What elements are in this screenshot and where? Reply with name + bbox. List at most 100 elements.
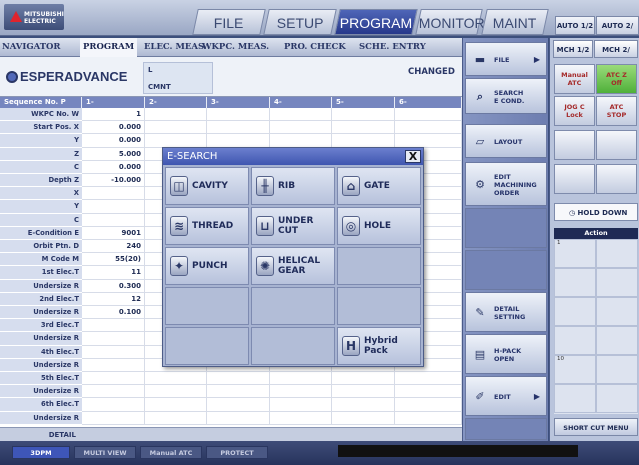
action-cell[interactable] bbox=[554, 297, 596, 326]
table-cell[interactable] bbox=[270, 385, 332, 399]
detail-button[interactable]: DETAIL bbox=[0, 428, 82, 442]
table-cell[interactable] bbox=[270, 411, 332, 425]
blank-pad-button[interactable] bbox=[554, 130, 595, 160]
bottom-manual-atc-button[interactable]: Manual ATC bbox=[140, 446, 202, 459]
table-cell[interactable]: 11 bbox=[82, 266, 145, 280]
table-cell[interactable] bbox=[395, 411, 462, 425]
machine-pad-button[interactable]: Manual ATC bbox=[554, 64, 595, 94]
table-cell[interactable] bbox=[332, 108, 395, 122]
table-cell[interactable]: 0.100 bbox=[82, 306, 145, 320]
table-cell[interactable] bbox=[82, 372, 145, 386]
hpack-menu-button[interactable]: ▤ H-PACK OPEN bbox=[465, 334, 547, 374]
hold-down-button[interactable]: ◷ HOLD DOWN bbox=[554, 203, 638, 221]
table-cell[interactable]: 0.300 bbox=[82, 279, 145, 293]
hole-button[interactable]: ◎ HOLE bbox=[337, 207, 421, 245]
table-cell[interactable]: 0.000 bbox=[82, 121, 145, 135]
table-cell[interactable] bbox=[82, 187, 145, 201]
tab-mch-2[interactable]: MCH 2/ bbox=[594, 40, 638, 58]
table-cell[interactable] bbox=[82, 332, 145, 346]
bottom-multiview-button[interactable]: MULTI VIEW bbox=[74, 446, 136, 459]
action-cell[interactable] bbox=[554, 268, 596, 297]
table-cell[interactable] bbox=[145, 134, 207, 148]
table-cell[interactable] bbox=[82, 398, 145, 412]
machine-pad-button[interactable]: ATC Z Off bbox=[596, 64, 637, 94]
table-cell[interactable] bbox=[270, 372, 332, 386]
action-cell[interactable] bbox=[596, 355, 638, 384]
table-cell[interactable] bbox=[82, 319, 145, 333]
table-cell[interactable] bbox=[82, 385, 145, 399]
search-econd-menu-button[interactable]: ⌕ SEARCH E COND. bbox=[465, 78, 547, 114]
table-cell[interactable] bbox=[82, 358, 145, 372]
table-cell[interactable] bbox=[145, 385, 207, 399]
layout-menu-button[interactable]: ▱ LAYOUT bbox=[465, 124, 547, 158]
table-cell[interactable] bbox=[332, 134, 395, 148]
table-cell[interactable] bbox=[207, 108, 270, 122]
table-cell[interactable] bbox=[270, 134, 332, 148]
table-cell[interactable] bbox=[207, 121, 270, 135]
tab-maint[interactable]: MAINT bbox=[481, 9, 549, 35]
blank-pad-button[interactable] bbox=[596, 130, 637, 160]
table-cell[interactable] bbox=[82, 345, 145, 359]
tab-monitor[interactable]: MONITOR bbox=[415, 9, 485, 35]
table-cell[interactable] bbox=[207, 134, 270, 148]
table-cell[interactable] bbox=[332, 411, 395, 425]
table-cell[interactable] bbox=[145, 372, 207, 386]
tab-auto-2[interactable]: AUTO 2/ bbox=[596, 16, 639, 35]
tab-setup[interactable]: SETUP bbox=[263, 9, 337, 35]
table-cell[interactable] bbox=[145, 411, 207, 425]
table-cell[interactable] bbox=[332, 121, 395, 135]
table-cell[interactable]: 9001 bbox=[82, 226, 145, 240]
table-cell[interactable] bbox=[207, 398, 270, 412]
subtab-wkpc-meas[interactable]: WKPC. MEAS. bbox=[202, 38, 269, 57]
table-cell[interactable] bbox=[395, 398, 462, 412]
tab-auto-1[interactable]: AUTO 1/2 bbox=[555, 16, 595, 35]
subtab-elec-meas[interactable]: ELEC. MEAS. bbox=[144, 38, 207, 57]
detail-setting-menu-button[interactable]: ✎ DETAIL SETTING bbox=[465, 292, 547, 332]
table-cell[interactable] bbox=[270, 108, 332, 122]
table-cell[interactable]: 12 bbox=[82, 292, 145, 306]
table-cell[interactable] bbox=[395, 385, 462, 399]
blank-pad-button[interactable] bbox=[596, 164, 637, 194]
blank-pad-button[interactable] bbox=[554, 164, 595, 194]
tab-file[interactable]: FILE bbox=[192, 9, 266, 35]
table-cell[interactable] bbox=[395, 121, 462, 135]
table-cell[interactable] bbox=[270, 121, 332, 135]
table-cell[interactable] bbox=[145, 108, 207, 122]
action-cell[interactable] bbox=[596, 239, 638, 268]
action-cell[interactable] bbox=[596, 297, 638, 326]
shortcut-menu-button[interactable]: SHORT CUT MENU bbox=[554, 418, 638, 436]
table-cell[interactable] bbox=[207, 385, 270, 399]
table-cell[interactable]: 240 bbox=[82, 240, 145, 254]
subtab-program[interactable]: PROGRAM bbox=[80, 38, 138, 57]
table-cell[interactable] bbox=[207, 411, 270, 425]
table-cell[interactable] bbox=[82, 200, 145, 214]
rib-button[interactable]: ╫ RIB bbox=[251, 167, 335, 205]
table-cell[interactable]: 0.000 bbox=[82, 134, 145, 148]
action-cell[interactable] bbox=[596, 384, 638, 413]
punch-button[interactable]: ✦ PUNCH bbox=[165, 247, 249, 285]
table-cell[interactable] bbox=[332, 372, 395, 386]
table-cell[interactable] bbox=[145, 121, 207, 135]
action-cell[interactable] bbox=[554, 326, 596, 355]
table-cell[interactable] bbox=[207, 372, 270, 386]
gate-button[interactable]: ⌂ GATE bbox=[337, 167, 421, 205]
bottom-protect-button[interactable]: PROTECT bbox=[206, 446, 268, 459]
comment-cell[interactable]: L CMNT bbox=[143, 62, 213, 94]
table-cell[interactable]: 0.000 bbox=[82, 160, 145, 174]
tab-mch-1[interactable]: MCH 1/2 bbox=[553, 40, 593, 58]
table-cell[interactable]: 1 bbox=[82, 108, 145, 122]
action-cell[interactable] bbox=[596, 326, 638, 355]
tab-program[interactable]: PROGRAM bbox=[334, 9, 418, 35]
table-cell[interactable] bbox=[395, 108, 462, 122]
table-cell[interactable] bbox=[270, 398, 332, 412]
table-cell[interactable] bbox=[332, 398, 395, 412]
edit-menu-button[interactable]: ✐ EDIT ▶ bbox=[465, 376, 547, 416]
action-cell[interactable] bbox=[596, 268, 638, 297]
action-cell[interactable] bbox=[554, 384, 596, 413]
bottom-3dpm-button[interactable]: 3DPM bbox=[12, 446, 70, 459]
thread-button[interactable]: ≋ THREAD bbox=[165, 207, 249, 245]
table-cell[interactable] bbox=[82, 411, 145, 425]
folder-menu-button[interactable]: ▬ FILE ▶ bbox=[465, 42, 547, 76]
cavity-button[interactable]: ◫ CAVITY bbox=[165, 167, 249, 205]
table-cell[interactable] bbox=[145, 398, 207, 412]
